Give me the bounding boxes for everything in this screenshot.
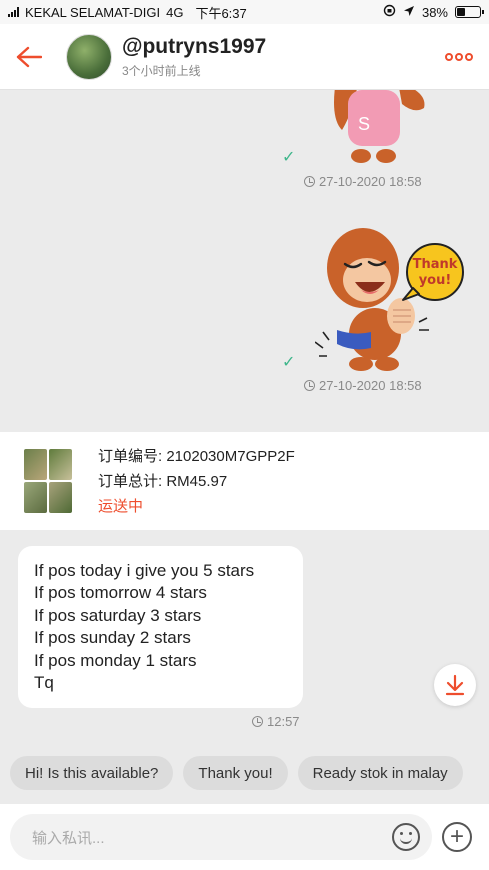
plus-icon: + <box>449 823 464 850</box>
message-line: If pos tomorrow 4 stars <box>34 583 207 603</box>
order-card[interactable]: 订单编号: 2102030M7GPP2F 订单总计: RM45.97 运送中 <box>0 432 489 530</box>
read-check-icon: ✓ <box>282 354 296 371</box>
quick-reply-chip[interactable]: Thank you! <box>183 756 288 790</box>
more-button[interactable] <box>445 45 473 68</box>
message-input-bar: 输入私讯... + <box>0 804 489 870</box>
add-attachment-button[interactable]: + <box>442 822 472 852</box>
message-timestamp: 12:57 <box>252 714 300 729</box>
signal-icon <box>8 7 19 17</box>
quick-reply-chip[interactable]: Ready stok in malay <box>297 756 463 790</box>
incoming-message-bubble[interactable]: If pos today i give you 5 stars If pos t… <box>18 546 303 709</box>
message-line: If pos sunday 2 stars <box>34 628 191 648</box>
chat-area[interactable]: S ✓ 27-10-2020 18:58 Thank you! ✓ 27-10-… <box>0 90 489 750</box>
battery-percent: 38% <box>421 4 448 20</box>
clock-icon <box>304 380 315 391</box>
sticker-monkey-pink-shirt: S <box>328 90 432 166</box>
read-check-icon: ✓ <box>282 149 296 166</box>
location-icon <box>403 5 415 20</box>
orientation-lock-icon <box>383 4 396 20</box>
message-line: If pos monday 1 stars <box>34 650 197 670</box>
back-button[interactable] <box>0 24 58 90</box>
clock-icon <box>252 716 263 727</box>
clock-time: 下午6:37 <box>195 5 247 21</box>
message-input[interactable]: 输入私讯... <box>10 814 432 860</box>
scroll-to-bottom-button[interactable] <box>434 664 476 706</box>
quick-reply-chip[interactable]: Hi! Is this available? <box>10 756 174 790</box>
more-dots-icon <box>445 53 473 61</box>
carrier-name: KEKAL SELAMAT-DIGI <box>25 4 161 20</box>
order-thumbnail <box>24 449 72 513</box>
order-total: 订单总计: RM45.97 <box>98 472 228 490</box>
svg-text:Thank: Thank <box>413 257 458 272</box>
network-type: 4G <box>166 4 184 20</box>
message-line: Tq <box>34 673 54 693</box>
status-bar: KEKAL SELAMAT-DIGI 4G 下午6:37 38% <box>0 0 489 24</box>
last-seen: 3个小时前上线 <box>122 63 201 78</box>
message-timestamp: 27-10-2020 18:58 <box>304 378 422 393</box>
input-placeholder: 输入私讯... <box>32 829 105 847</box>
message-timestamp: 27-10-2020 18:58 <box>304 174 422 189</box>
clock-icon <box>304 176 315 187</box>
order-number: 订单编号: 2102030M7GPP2F <box>98 447 295 465</box>
order-status: 运送中 <box>98 497 144 515</box>
username: @putryns1997 <box>122 34 267 58</box>
avatar[interactable] <box>66 33 112 80</box>
arrow-left-icon <box>16 46 42 67</box>
sticker-monkey-thank-you: Thank you! <box>314 218 465 374</box>
svg-text:S: S <box>358 114 370 134</box>
chat-header: @putryns1997 3个小时前上线 <box>0 24 489 90</box>
arrow-down-icon <box>445 674 465 696</box>
message-line: If pos saturday 3 stars <box>34 605 202 625</box>
message-line: If pos today i give you 5 stars <box>34 561 255 580</box>
battery-icon <box>455 6 484 18</box>
user-info[interactable]: @putryns1997 3个小时前上线 <box>122 35 266 79</box>
quick-replies: Hi! Is this available? Thank you! Ready … <box>0 756 489 800</box>
svg-text:you!: you! <box>419 273 452 288</box>
emoji-icon[interactable] <box>392 823 420 851</box>
